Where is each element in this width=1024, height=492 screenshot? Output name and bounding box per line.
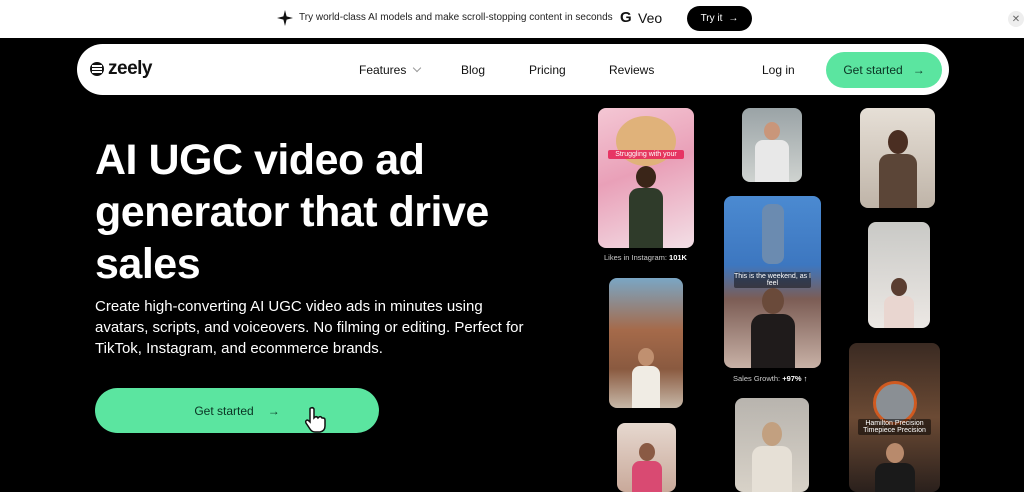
sales-growth-caption: Sales Growth: +97% ↑ [733, 374, 807, 383]
hero-subtitle: Create high-converting AI UGC video ads … [95, 298, 524, 357]
sales-growth-value: +97% ↑ [782, 374, 808, 383]
hero-get-started-button[interactable]: Get started → [95, 388, 379, 433]
likes-value: 101K [669, 253, 687, 262]
nav-reviews[interactable]: Reviews [609, 63, 654, 77]
video-card-woman-laptop[interactable] [868, 222, 930, 328]
nav-pricing[interactable]: Pricing [529, 63, 566, 77]
video-caption-overlay: Hamilton Precision Timepiece Precision [858, 419, 931, 435]
try-it-label: Try it [700, 13, 723, 24]
video-card-street[interactable] [609, 278, 683, 408]
main-nav: zeely Features Blog Pricing Reviews Log … [77, 44, 949, 95]
video-caption-overlay: This is the weekend, as I feel [733, 272, 812, 288]
arrow-right-icon: → [912, 63, 925, 77]
google-icon: G [620, 9, 632, 26]
nav-features[interactable]: Features [359, 63, 422, 77]
hand-pointer-icon [304, 406, 326, 433]
login-link[interactable]: Log in [762, 63, 795, 77]
video-card-man-office[interactable] [742, 108, 802, 182]
likes-label: Likes in Instagram: [604, 253, 667, 262]
video-caption-overlay: Struggling with your [607, 150, 685, 159]
nav-blog[interactable]: Blog [461, 63, 485, 77]
hero-title: AI UGC video ad generator that drive sal… [95, 136, 489, 288]
arrow-right-icon: → [267, 403, 280, 418]
video-card-woman-outdoor[interactable] [735, 398, 809, 492]
sales-growth-label: Sales Growth: [733, 374, 781, 383]
zeely-logo-icon [90, 62, 104, 76]
video-card-watch[interactable]: Hamilton Precision Timepiece Precision [849, 343, 940, 492]
nav-features-label: Features [359, 63, 407, 77]
video-card-dog[interactable]: Struggling with your [598, 108, 694, 248]
banner-text: Try world-class AI models and make scrol… [299, 12, 613, 23]
chevron-down-icon [413, 63, 422, 73]
sparkle-icon [277, 10, 293, 26]
close-icon[interactable]: ✕ [1008, 11, 1024, 27]
likes-caption: Likes in Instagram: 101K [604, 253, 687, 262]
video-card-woman-living[interactable] [860, 108, 935, 208]
logo-text: zeely [108, 58, 152, 79]
arrow-right-icon: → [728, 13, 739, 24]
logo[interactable]: zeely [90, 58, 152, 80]
video-card-pink[interactable] [617, 423, 676, 492]
nav-get-started-label: Get started [843, 63, 903, 77]
video-card-tennis[interactable]: This is the weekend, as I feel [724, 196, 821, 368]
veo-brand: Veo [638, 10, 663, 26]
hero-get-started-label: Get started [194, 403, 254, 418]
try-it-button[interactable]: Try it → [687, 6, 752, 31]
nav-get-started-button[interactable]: Get started → [826, 52, 942, 88]
top-banner: Try world-class AI models and make scrol… [0, 0, 1024, 38]
